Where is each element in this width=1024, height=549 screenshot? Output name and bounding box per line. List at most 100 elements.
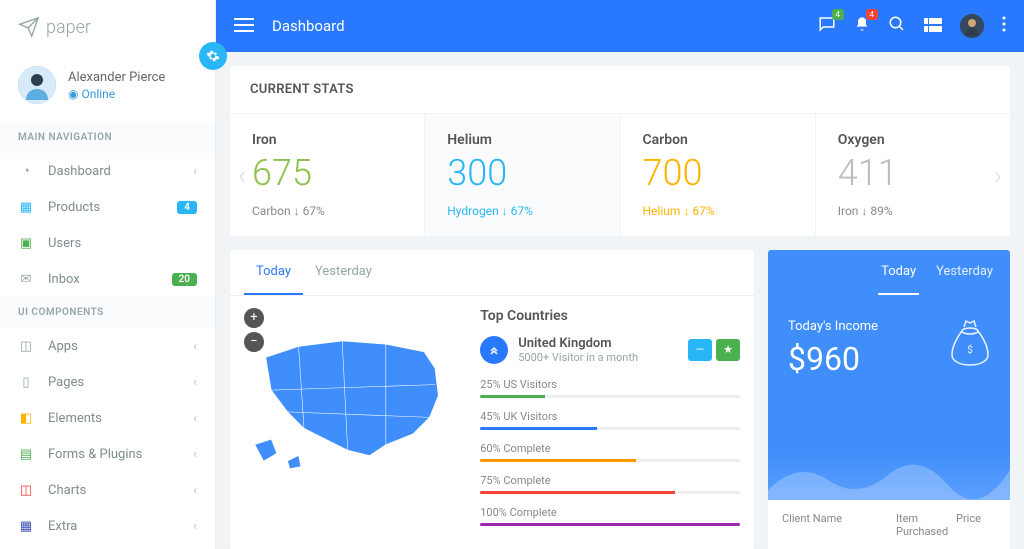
stat-card-iron[interactable]: Iron 675 Carbon ↓ 67% bbox=[230, 114, 425, 236]
nav-section-ui: UI COMPONENTS bbox=[0, 297, 215, 328]
stat-card-oxygen[interactable]: Oxygen 411 Iron ↓ 89% bbox=[816, 114, 1010, 236]
tab-yesterday[interactable]: Yesterday bbox=[303, 250, 384, 295]
chevron-left-icon: ‹ bbox=[193, 411, 197, 426]
chevron-left-icon: ‹ bbox=[193, 375, 197, 390]
stat-label: Iron bbox=[252, 132, 402, 148]
menu-toggle-button[interactable] bbox=[234, 17, 254, 36]
country-action-1[interactable]: — bbox=[688, 339, 712, 361]
pages-icon: ▯ bbox=[18, 374, 34, 390]
country-action-2[interactable]: ★ bbox=[716, 339, 740, 361]
th-item: Item Purchased bbox=[896, 512, 956, 538]
progress-item: 45% UK Visitors bbox=[480, 410, 740, 430]
progress-item: 75% Complete bbox=[480, 474, 740, 494]
elements-icon: ◧ bbox=[18, 410, 34, 426]
income-value: $960 bbox=[788, 340, 878, 378]
inbox-icon: ✉ bbox=[18, 271, 34, 287]
gear-icon bbox=[206, 49, 220, 63]
stat-value: 411 bbox=[838, 154, 988, 194]
brand-text: paper bbox=[46, 17, 91, 38]
income-table-header: Client Name Item Purchased Price bbox=[768, 500, 1010, 549]
stat-value: 700 bbox=[643, 154, 793, 194]
stat-sub: Helium ↓ 67% bbox=[643, 204, 793, 218]
country-expand-icon[interactable] bbox=[480, 336, 508, 364]
sidebar-item-users[interactable]: ▣ Users bbox=[0, 225, 215, 261]
forms-icon: ▤ bbox=[18, 446, 34, 462]
user-status: ◉ Online bbox=[68, 87, 165, 101]
user-avatar-button[interactable] bbox=[960, 14, 984, 38]
messages-button[interactable]: 4 bbox=[818, 15, 836, 37]
stat-sub: Carbon ↓ 67% bbox=[252, 204, 402, 218]
chevron-left-icon: ‹ bbox=[193, 339, 197, 354]
sidebar-item-elements[interactable]: ◧ Elements ‹ bbox=[0, 400, 215, 436]
user-name: Alexander Pierce bbox=[68, 70, 165, 85]
tab-today[interactable]: Today bbox=[244, 250, 303, 295]
extra-icon: ▦ bbox=[18, 518, 34, 534]
products-badge: 4 bbox=[177, 201, 197, 214]
notifications-badge: 4 bbox=[866, 9, 879, 20]
income-tab-today[interactable]: Today bbox=[878, 250, 919, 295]
map-usa[interactable] bbox=[244, 316, 462, 486]
more-button[interactable] bbox=[1002, 16, 1006, 36]
users-icon: ▣ bbox=[18, 235, 34, 251]
avatar bbox=[18, 66, 56, 104]
sidebar-item-forms[interactable]: ▤ Forms & Plugins ‹ bbox=[0, 436, 215, 472]
map-panel: Today Yesterday + − bbox=[230, 250, 754, 549]
sidebar-item-apps[interactable]: ◫ Apps ‹ bbox=[0, 328, 215, 364]
search-icon bbox=[888, 15, 906, 33]
stat-label: Carbon bbox=[643, 132, 793, 148]
brand-logo[interactable]: paper bbox=[0, 0, 215, 54]
stat-card-carbon[interactable]: Carbon 700 Helium ↓ 67% bbox=[621, 114, 816, 236]
grid-button[interactable] bbox=[924, 17, 942, 36]
grid-icon bbox=[924, 18, 942, 32]
money-bag-icon: $ bbox=[950, 319, 990, 371]
sidebar-item-dashboard[interactable]: ◔ Dashboard ‹ bbox=[0, 153, 215, 189]
sidebar-item-pages[interactable]: ▯ Pages ‹ bbox=[0, 364, 215, 400]
income-label: Today's Income bbox=[788, 319, 878, 334]
topbar: Dashboard 4 4 bbox=[216, 0, 1024, 52]
stat-sub: Iron ↓ 89% bbox=[838, 204, 988, 218]
income-tab-yesterday[interactable]: Yesterday bbox=[933, 250, 996, 295]
apps-icon: ◫ bbox=[18, 338, 34, 354]
search-button[interactable] bbox=[888, 15, 906, 37]
stat-value: 675 bbox=[252, 154, 402, 194]
country-row: United Kingdom 5000+ Visitor in a month … bbox=[480, 336, 740, 364]
chevron-left-icon: ‹ bbox=[193, 447, 197, 462]
stat-sub: Hydrogen ↓ 67% bbox=[447, 204, 597, 218]
settings-gear-button[interactable] bbox=[199, 42, 227, 70]
stat-value: 300 bbox=[447, 154, 597, 194]
chevron-left-icon: ‹ bbox=[193, 483, 197, 498]
stat-label: Oxygen bbox=[838, 132, 988, 148]
progress-item: 60% Complete bbox=[480, 442, 740, 462]
stats-prev-button[interactable]: ‹ bbox=[238, 158, 246, 191]
sidebar-item-extra[interactable]: ▦ Extra ‹ bbox=[0, 508, 215, 544]
dashboard-icon: ◔ bbox=[18, 163, 34, 179]
sidebar-item-inbox[interactable]: ✉ Inbox 20 bbox=[0, 261, 215, 297]
country-sub: 5000+ Visitor in a month bbox=[518, 351, 688, 364]
nav-section-main: MAIN NAVIGATION bbox=[0, 122, 215, 153]
svg-text:$: $ bbox=[967, 343, 973, 356]
messages-badge: 4 bbox=[832, 9, 845, 20]
stats-header: CURRENT STATS bbox=[230, 66, 1010, 114]
th-client: Client Name bbox=[782, 512, 896, 538]
country-name: United Kingdom bbox=[518, 336, 688, 351]
income-panel: Today Yesterday Today's Income $960 $ Cl… bbox=[768, 250, 1010, 549]
products-icon: ▦ bbox=[18, 199, 34, 215]
stat-label: Helium bbox=[447, 132, 597, 148]
chevron-left-icon: ‹ bbox=[193, 164, 197, 179]
zoom-in-button[interactable]: + bbox=[244, 308, 264, 328]
top-countries-title: Top Countries bbox=[480, 308, 740, 324]
inbox-badge: 20 bbox=[172, 273, 197, 286]
paper-plane-icon bbox=[18, 16, 40, 38]
stat-card-helium[interactable]: Helium 300 Hydrogen ↓ 67% bbox=[425, 114, 620, 236]
sidebar-item-charts[interactable]: ◫ Charts ‹ bbox=[0, 472, 215, 508]
hamburger-icon bbox=[234, 18, 254, 32]
zoom-out-button[interactable]: − bbox=[244, 332, 264, 352]
sidebar-item-products[interactable]: ▦ Products 4 bbox=[0, 189, 215, 225]
page-title: Dashboard bbox=[272, 17, 818, 35]
user-profile[interactable]: Alexander Pierce ◉ Online bbox=[0, 54, 215, 122]
charts-icon: ◫ bbox=[18, 482, 34, 498]
stats-next-button[interactable]: › bbox=[994, 158, 1002, 191]
progress-item: 100% Complete bbox=[480, 506, 740, 526]
dots-vertical-icon bbox=[1002, 16, 1006, 32]
notifications-button[interactable]: 4 bbox=[854, 15, 870, 37]
